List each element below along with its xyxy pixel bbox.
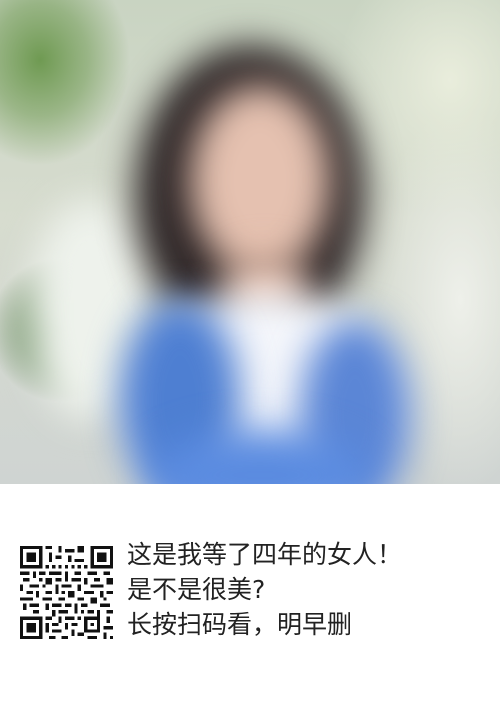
- qr-code-icon[interactable]: [20, 546, 113, 639]
- blurred-photo: [0, 0, 500, 484]
- share-poster: 这是我等了四年的女人！ 是不是很美? 长按扫码看，明早删: [0, 0, 500, 710]
- caption-line-3: 长按扫码看，明早删: [127, 610, 353, 639]
- caption-line-1: 这是我等了四年的女人！: [127, 540, 403, 569]
- photo-face: [190, 85, 330, 275]
- caption-line-2: 是不是很美?: [127, 575, 266, 604]
- caption-text: 这是我等了四年的女人！ 是不是很美? 长按扫码看，明早删: [127, 537, 487, 642]
